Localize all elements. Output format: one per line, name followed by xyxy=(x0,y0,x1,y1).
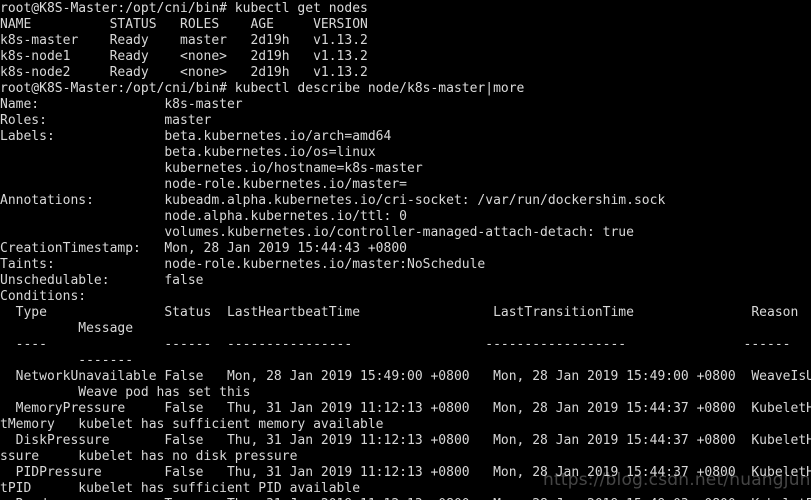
terminal-line: MemoryPressure False Thu, 31 Jan 2019 11… xyxy=(0,401,811,416)
terminal-line: Labels: beta.kubernetes.io/arch=amd64 xyxy=(0,129,392,144)
terminal-line: tPID kubelet has sufficient PID availabl… xyxy=(0,481,361,496)
terminal-line: Message xyxy=(0,321,134,336)
terminal-line: Annotations: kubeadm.alpha.kubernetes.io… xyxy=(0,193,666,208)
terminal-line: Weave pod has set this xyxy=(0,385,251,400)
terminal-line: tMemory kubelet has sufficient memory av… xyxy=(0,417,384,432)
terminal-output-buffer: root@K8S-Master:/opt/cni/bin# kubectl ge… xyxy=(0,1,811,500)
terminal-line: Type Status LastHeartbeatTime LastTransi… xyxy=(0,305,799,320)
terminal-line: Taints: node-role.kubernetes.io/master:N… xyxy=(0,257,486,272)
terminal-line: root@K8S-Master:/opt/cni/bin# kubectl ge… xyxy=(0,1,368,16)
terminal-line: NetworkUnavailable False Mon, 28 Jan 201… xyxy=(0,369,811,384)
terminal-line: Unschedulable: false xyxy=(0,273,204,288)
terminal-line: Roles: master xyxy=(0,113,212,128)
terminal-line: PIDPressure False Thu, 31 Jan 2019 11:12… xyxy=(0,465,811,480)
terminal-line: beta.kubernetes.io/os=linux xyxy=(0,145,376,160)
terminal-line: volumes.kubernetes.io/controller-managed… xyxy=(0,225,634,240)
terminal-line: kubernetes.io/hostname=k8s-master xyxy=(0,161,423,176)
terminal-line: node.alpha.kubernetes.io/ttl: 0 xyxy=(0,209,407,224)
terminal-line: k8s-node1 Ready <none> 2d19h v1.13.2 xyxy=(0,49,368,64)
terminal-line: k8s-master Ready master 2d19h v1.13.2 xyxy=(0,33,368,48)
terminal-line: node-role.kubernetes.io/master= xyxy=(0,177,407,192)
terminal-line: k8s-node2 Ready <none> 2d19h v1.13.2 xyxy=(0,65,368,80)
terminal-line: Name: k8s-master xyxy=(0,97,243,112)
terminal-line: ssure kubelet has no disk pressure xyxy=(0,449,298,464)
terminal-line: CreationTimestamp: Mon, 28 Jan 2019 15:4… xyxy=(0,241,407,256)
terminal-line: root@K8S-Master:/opt/cni/bin# kubectl de… xyxy=(0,81,525,96)
terminal-line: Conditions: xyxy=(0,289,87,304)
terminal-line: NAME STATUS ROLES AGE VERSION xyxy=(0,17,368,32)
terminal-line: DiskPressure False Thu, 31 Jan 2019 11:1… xyxy=(0,433,811,448)
terminal-line: ------- xyxy=(0,353,134,368)
terminal-window[interactable]: root@K8S-Master:/opt/cni/bin# kubectl ge… xyxy=(0,0,811,500)
terminal-line: ---- ------ ---------------- -----------… xyxy=(0,337,791,352)
